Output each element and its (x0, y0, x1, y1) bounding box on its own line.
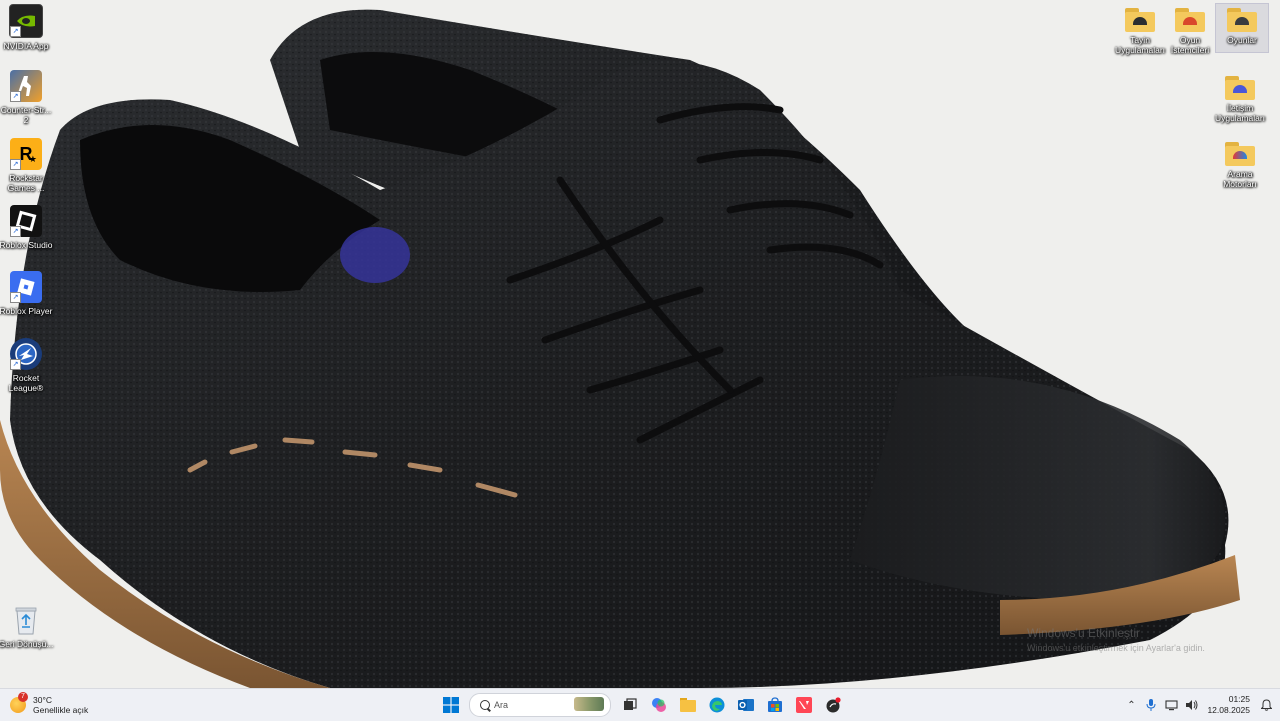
riot-client-icon (826, 697, 841, 713)
desktop-icon-roblox-studio[interactable]: ↗ Roblox Studio (0, 205, 52, 250)
folder-icon (1227, 8, 1257, 32)
start-button[interactable] (438, 692, 464, 718)
network-button[interactable] (1161, 695, 1181, 715)
folder-icon (1225, 76, 1255, 100)
outlook-icon (738, 699, 754, 711)
search-placeholder: Ara (494, 700, 509, 710)
activation-watermark: Windows'u Etkinleştir Windows'u etkinleş… (1027, 626, 1205, 653)
desktop-icon-label: Counter-Str... 2 (0, 105, 52, 125)
weather-badge: 7 (18, 692, 28, 702)
recycle-bin-icon (10, 604, 42, 636)
rocket-league-icon: ↗ (10, 338, 42, 370)
desktop-folder-oyun-istemcileri[interactable]: Oyun İstemcileri (1164, 4, 1216, 55)
taskbar: 7 30°C Genellikle açık Ara ⌃ 01:25 12.08… (0, 688, 1280, 721)
notification-bell-icon (1260, 699, 1272, 711)
desktop-folder-iletisim-uygulamalari[interactable]: İletişim Uygulamaları (1214, 72, 1266, 123)
desktop-icon-rockstar-games[interactable]: R ★ ↗ Rockstar Games ... (0, 138, 52, 193)
task-view-button[interactable] (617, 692, 643, 718)
desktop-icon-label: Rocket League® (8, 373, 44, 393)
windows-start-icon (443, 697, 459, 713)
show-hidden-icons-button[interactable]: ⌃ (1121, 695, 1141, 715)
shortcut-arrow-icon: ↗ (10, 226, 21, 237)
task-view-icon (624, 698, 637, 710)
rockstar-icon: R ★ ↗ (10, 138, 42, 170)
nvidia-icon: ↗ (9, 4, 43, 38)
watermark-subtitle: Windows'u etkinleştirmek için Ayarlar'a … (1027, 643, 1205, 653)
volume-button[interactable] (1181, 695, 1201, 715)
desktop-icon-label: Oyunlar (1227, 35, 1257, 45)
valorant-icon (796, 697, 812, 713)
desktop-folder-arama-motorlari[interactable]: Arama Motorları (1214, 138, 1266, 189)
desktop-icon-roblox-player[interactable]: ↗ Roblox Player (0, 271, 52, 316)
riot-client-button[interactable] (820, 692, 846, 718)
desktop-icon-label: Roblox Studio (0, 240, 53, 250)
desktop-folder-oyunlar[interactable]: Oyunlar (1215, 3, 1269, 53)
outlook-button[interactable] (733, 692, 759, 718)
desktop-icon-label: NVIDIA App (3, 41, 49, 51)
network-icon (1165, 699, 1178, 710)
microphone-button[interactable] (1141, 695, 1161, 715)
roblox-studio-icon: ↗ (10, 205, 42, 237)
shortcut-arrow-icon: ↗ (10, 26, 21, 37)
desktop-icon-nvidia-app[interactable]: ↗ NVIDIA App (0, 4, 52, 51)
desktop-wallpaper (0, 0, 1280, 688)
desktop-icon-counter-strike-2[interactable]: ↗ Counter-Str... 2 (0, 70, 52, 125)
store-icon (768, 697, 782, 712)
weather-desc: Genellikle açık (33, 705, 89, 715)
weather-temp: 30°C (33, 695, 52, 705)
folder-icon (1125, 8, 1155, 32)
desktop-icon-label: Arama Motorları (1223, 169, 1257, 189)
roblox-player-icon: ↗ (10, 271, 42, 303)
taskbar-center: Ara (438, 692, 849, 718)
shortcut-arrow-icon: ↗ (10, 292, 21, 303)
desktop-icon-label: Oyun İstemcileri (1170, 35, 1210, 55)
shortcut-arrow-icon: ↗ (10, 359, 21, 370)
folder-icon (1225, 142, 1255, 166)
shortcut-arrow-icon: ↗ (10, 91, 21, 102)
clock-date: 12.08.2025 (1207, 705, 1250, 715)
microphone-icon (1146, 699, 1156, 711)
edge-icon (709, 697, 725, 713)
file-explorer-icon (680, 698, 696, 712)
taskbar-search[interactable]: Ara (469, 693, 611, 717)
weather-widget[interactable]: 7 30°C Genellikle açık (10, 692, 89, 717)
watermark-title: Windows'u Etkinleştir (1027, 626, 1140, 640)
file-explorer-button[interactable] (675, 692, 701, 718)
desktop-icon-label: Roblox Player (0, 306, 53, 316)
weather-sun-icon: 7 (10, 692, 28, 713)
desktop-icon-recycle-bin[interactable]: Geri Dönüşü... (0, 604, 54, 649)
shortcut-arrow-icon: ↗ (10, 159, 21, 170)
valorant-button[interactable] (791, 692, 817, 718)
desktop-folder-tayin-uygulamalari[interactable]: Tayin Uygulamaları (1114, 4, 1166, 55)
search-icon (480, 700, 490, 710)
speaker-icon (1185, 700, 1198, 710)
system-tray: ⌃ 01:25 12.08.2025 (1121, 689, 1280, 721)
counter-strike-icon: ↗ (10, 70, 42, 102)
notifications-button[interactable] (1256, 695, 1276, 715)
clock-time: 01:25 (1228, 694, 1250, 704)
taskbar-clock[interactable]: 01:25 12.08.2025 (1207, 694, 1250, 716)
desktop-icon-label: Tayin Uygulamaları (1114, 35, 1166, 55)
copilot-icon (652, 698, 666, 712)
search-highlight-image (574, 697, 604, 711)
edge-button[interactable] (704, 692, 730, 718)
desktop-icon-label: Geri Dönüşü... (0, 639, 54, 649)
chevron-up-icon: ⌃ (1127, 699, 1136, 711)
folder-icon (1175, 8, 1205, 32)
desktop-icon-rocket-league[interactable]: ↗ Rocket League® (0, 338, 52, 393)
desktop-icon-label: Rockstar Games ... (7, 173, 45, 193)
store-button[interactable] (762, 692, 788, 718)
desktop-icon-label: İletişim Uygulamaları (1214, 103, 1266, 123)
copilot-button[interactable] (646, 692, 672, 718)
